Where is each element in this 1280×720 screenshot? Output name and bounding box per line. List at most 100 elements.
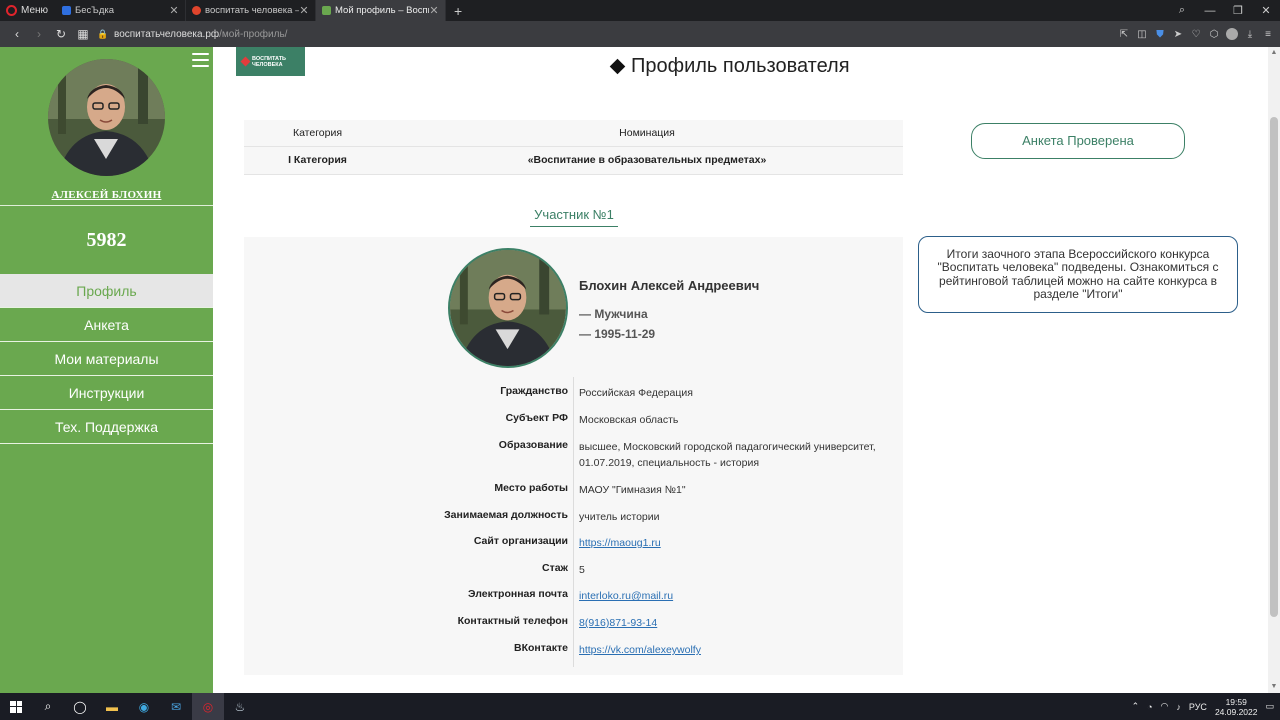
browser-tab[interactable]: воспитать человека — Ян ✕: [186, 0, 317, 21]
info-value: МАОУ "Гимназия №1": [579, 484, 686, 496]
url-field[interactable]: воспитатьчеловека.рф/мой-профиль/: [114, 29, 287, 40]
email-link[interactable]: interloko.ru@mail.ru: [579, 588, 894, 604]
results-notice-text: Итоги заочного этапа Всероссийского конк…: [937, 246, 1219, 301]
url-path: /мой-профиль/: [219, 28, 288, 40]
share-icon[interactable]: ⇱: [1118, 29, 1130, 40]
taskbar-clock[interactable]: 19:59 24.09.2022: [1215, 697, 1258, 717]
download-icon[interactable]: ⤓: [1244, 29, 1256, 40]
extensions-cube-icon[interactable]: ⬡: [1208, 29, 1220, 40]
opera-logo-icon: [6, 5, 17, 16]
opera-taskbar-icon[interactable]: ◎: [192, 693, 224, 720]
hamburger-menu-icon[interactable]: [192, 53, 209, 67]
start-button[interactable]: [0, 693, 32, 720]
profile-full-name: Блохин Алексей Андреевич: [579, 278, 760, 293]
scroll-down-icon[interactable]: ▼: [1268, 681, 1280, 693]
edge-icon[interactable]: ◉: [128, 693, 160, 720]
sidebar-item-profile[interactable]: Профиль: [0, 274, 213, 308]
browser-toolbar: ⇱ ◫ ⛊ ➤ ♡ ⬡ ⤓ ≡: [1118, 28, 1274, 40]
profile-gender: — Мужчина: [579, 307, 648, 321]
info-label: Субъект РФ: [505, 412, 568, 424]
lock-icon[interactable]: 🔒: [94, 29, 112, 40]
logo-mark-icon: [240, 56, 251, 67]
cortana-icon[interactable]: ◯: [64, 693, 96, 720]
heart-icon[interactable]: ♡: [1190, 29, 1202, 40]
windows-taskbar: ⌕ ◯ ▬ ◉ ✉ ◎ ♨ ⌃ ◔ ◠ ♪ РУС 19:59 24.09.20…: [0, 693, 1280, 720]
easy-setup-icon[interactable]: ≡: [1262, 29, 1274, 40]
clock-time: 19:59: [1225, 696, 1247, 707]
tray-chevron-icon[interactable]: ⌃: [1132, 701, 1140, 712]
steam-icon[interactable]: ♨: [224, 693, 256, 720]
notifications-icon[interactable]: ▭: [1265, 701, 1274, 712]
system-tray: ⌃ ◔ ◠ ♪ РУС 19:59 24.09.2022 ▭: [1132, 697, 1280, 717]
tab-favicon-icon: [322, 6, 332, 15]
tab-close-icon[interactable]: ✕: [169, 4, 179, 17]
sidebar-menu: Профиль Анкета Мои материалы Инструкции …: [0, 274, 213, 444]
sidebar-item-questionnaire[interactable]: Анкета: [0, 308, 213, 342]
info-value: 5: [579, 564, 585, 576]
sidebar-avatar: [48, 59, 165, 176]
info-label: Сайт организации: [473, 535, 568, 547]
reload-icon[interactable]: ↻: [50, 27, 72, 41]
info-divider: [573, 377, 574, 667]
network-icon[interactable]: ◔: [1147, 702, 1152, 712]
org-site-link[interactable]: https://maoug1.ru: [579, 535, 894, 551]
info-label: Гражданство: [500, 385, 568, 397]
tab-participant-1[interactable]: Участник №1: [530, 207, 618, 227]
browser-menu-label: Меню: [21, 5, 49, 16]
info-value: Московская область: [579, 414, 679, 426]
browser-tab-active[interactable]: Мой профиль – Воспитат ✕: [316, 0, 447, 21]
scrollbar-thumb[interactable]: [1270, 117, 1278, 617]
profile-avatar: [448, 248, 568, 368]
clock-date: 24.09.2022: [1214, 706, 1258, 717]
sidebar-item-my-materials[interactable]: Мои материалы: [0, 342, 213, 376]
info-value: Российская Федерация: [579, 387, 693, 399]
table-header-row: Категория Номинация: [244, 120, 903, 147]
account-avatar-icon[interactable]: [1226, 28, 1238, 40]
page-scrollbar[interactable]: ▲ ▼: [1268, 47, 1280, 693]
info-label: Занимаемая должность: [444, 509, 568, 521]
speed-dial-icon[interactable]: ▦: [72, 27, 94, 41]
search-icon[interactable]: ⌕: [32, 693, 64, 720]
info-value: учитель истории: [579, 511, 660, 523]
back-icon[interactable]: ‹: [6, 27, 28, 41]
category-table: Категория Номинация I Категория «Воспита…: [244, 120, 903, 175]
mail-icon[interactable]: ✉: [160, 693, 192, 720]
file-explorer-icon[interactable]: ▬: [96, 693, 128, 720]
minimize-icon[interactable]: —: [1196, 5, 1224, 17]
language-indicator[interactable]: РУС: [1189, 702, 1207, 712]
table-header-nomination: Номинация: [619, 127, 675, 139]
wifi-icon[interactable]: ◠: [1161, 701, 1169, 712]
close-window-icon[interactable]: ✕: [1252, 4, 1280, 17]
sidebar-item-instructions[interactable]: Инструкции: [0, 376, 213, 410]
table-header-category: Категория: [292, 127, 343, 139]
tab-close-icon[interactable]: ✕: [299, 4, 309, 17]
avatar-photo-icon: [48, 59, 165, 176]
browser-menu-button[interactable]: Меню: [0, 0, 56, 21]
camera-icon[interactable]: ◫: [1136, 29, 1148, 40]
forward-icon[interactable]: ›: [28, 27, 50, 41]
restore-icon[interactable]: ❐: [1224, 4, 1252, 17]
questionnaire-verified-button[interactable]: Анкета Проверена: [971, 123, 1185, 159]
vk-link[interactable]: https://vk.com/alexeywolfy: [579, 642, 894, 658]
scroll-up-icon[interactable]: ▲: [1268, 47, 1280, 59]
diamond-bullet-icon: [609, 58, 626, 75]
browser-tab[interactable]: БесЪдка ✕: [56, 0, 187, 21]
send-icon[interactable]: ➤: [1172, 29, 1184, 40]
phone-link[interactable]: 8(916)871-93-14: [579, 615, 894, 631]
sidebar-user-name[interactable]: АЛЕКСЕЙ БЛОХИН: [0, 189, 213, 201]
volume-icon[interactable]: ♪: [1176, 702, 1181, 712]
new-tab-icon[interactable]: +: [446, 3, 470, 19]
site-logo[interactable]: ВОСПИТАТЬ ЧЕЛОВЕКА: [236, 47, 305, 76]
tab-title: БесЪдка: [75, 5, 115, 16]
info-label: Контактный телефон: [457, 615, 568, 627]
info-label: Стаж: [541, 562, 568, 574]
avatar-photo-icon: [450, 250, 566, 366]
tab-close-icon[interactable]: ✕: [429, 4, 439, 17]
search-tabs-icon[interactable]: ⌕: [1168, 4, 1196, 17]
sidebar-item-tech-support[interactable]: Тех. Поддержка: [0, 410, 213, 444]
results-notice: Итоги заочного этапа Всероссийского конк…: [918, 236, 1238, 313]
tab-title: воспитать человека — Ян: [205, 5, 299, 16]
sidebar-user-number: 5982: [86, 229, 127, 251]
windows-logo-icon: [10, 700, 22, 713]
adblock-shield-icon[interactable]: ⛊: [1154, 29, 1166, 40]
